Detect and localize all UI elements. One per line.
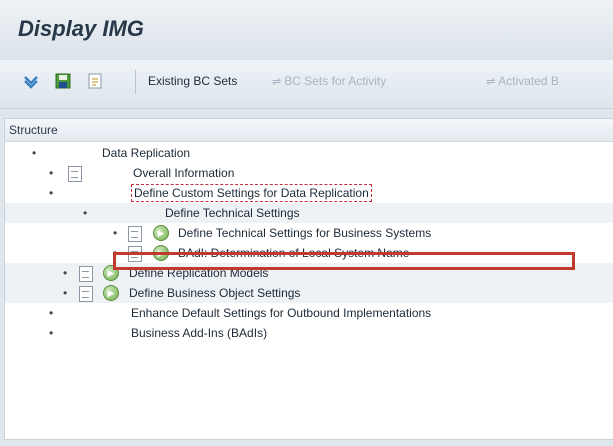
activated-bc-sets-label: Activated B (498, 74, 559, 88)
activated-bc-sets-button[interactable]: ⇌ Activated B (486, 74, 559, 88)
tree-node-label[interactable]: Define Business Object Settings (129, 283, 300, 303)
execute-icon[interactable]: ▶ (103, 285, 119, 301)
bc-sets-for-activity-button[interactable]: ⇌ BC Sets for Activity (272, 74, 386, 88)
tree-node-label[interactable]: Define Custom Settings for Data Replicat… (131, 184, 372, 202)
expand-node-icon[interactable]: • (113, 223, 117, 243)
tree-node-label[interactable]: Enhance Default Settings for Outbound Im… (131, 303, 431, 323)
bc-sets-for-activity-label: BC Sets for Activity (284, 74, 387, 88)
tree-row-business-add-ins[interactable]: • Business Add-Ins (BAdIs) (5, 323, 613, 343)
document-icon[interactable] (128, 246, 142, 262)
tree-row-define-custom-settings[interactable]: • Define Custom Settings for Data Replic… (5, 183, 613, 203)
tree-row-define-technical-settings[interactable]: • Define Technical Settings (5, 203, 613, 223)
bc-set-icon: ⇌ (272, 76, 282, 88)
expand-node-icon[interactable]: • (49, 303, 53, 323)
tree-node-label[interactable]: Business Add-Ins (BAdIs) (131, 323, 267, 343)
execute-icon[interactable]: ▶ (103, 265, 119, 281)
tree-node-label[interactable]: Define Technical Settings for Business S… (178, 223, 431, 243)
tree-row-enhance-default-settings[interactable]: • Enhance Default Settings for Outbound … (5, 303, 613, 323)
img-structure-tree: Structure • Data Replication • Overall I… (4, 118, 613, 440)
document-icon[interactable] (79, 286, 93, 302)
execute-icon[interactable]: ▶ (153, 245, 169, 261)
bc-set-icon: ⇌ (486, 76, 496, 88)
tree-row-badi-local-system-name[interactable]: • ▶ BAdI: Determination of Local System … (5, 243, 613, 263)
expand-node-icon[interactable]: • (49, 323, 53, 343)
tree-header: Structure (5, 119, 613, 142)
tree-row-technical-settings-business-systems[interactable]: • ▶ Define Technical Settings for Busine… (5, 223, 613, 243)
tree-node-label[interactable]: Data Replication (102, 143, 190, 163)
tree-row-define-business-object-settings[interactable]: • ▶ Define Business Object Settings (5, 283, 613, 303)
tree-node-label[interactable]: Define Technical Settings (165, 203, 300, 223)
application-toolbar: Existing BC Sets ⇌ BC Sets for Activity ⇌… (0, 60, 613, 109)
document-icon[interactable] (86, 72, 104, 90)
tree-row-data-replication[interactable]: • Data Replication (5, 143, 613, 163)
title-bar: Display IMG (0, 0, 613, 60)
tree-row-define-replication-models[interactable]: • ▶ Define Replication Models (5, 263, 613, 283)
expand-node-icon[interactable]: • (113, 243, 117, 263)
tree-node-label[interactable]: BAdI: Determination of Local System Name (178, 243, 409, 263)
expand-node-icon[interactable]: • (32, 143, 36, 163)
expand-node-icon[interactable]: • (83, 203, 87, 223)
tree-node-label[interactable]: Define Replication Models (129, 263, 268, 283)
tree-row-overall-information[interactable]: • Overall Information (5, 163, 613, 183)
page-title: Display IMG (18, 16, 144, 41)
document-icon[interactable] (79, 266, 93, 282)
existing-bc-sets-button[interactable]: Existing BC Sets (148, 74, 237, 88)
expand-node-icon[interactable]: • (49, 163, 53, 183)
expand-node-icon[interactable]: • (63, 283, 67, 303)
tree-expand-icon[interactable] (22, 72, 40, 90)
tree-node-label[interactable]: Overall Information (133, 163, 234, 183)
save-icon[interactable] (54, 72, 72, 90)
expand-node-icon[interactable]: • (63, 263, 67, 283)
document-icon[interactable] (68, 166, 82, 182)
execute-icon[interactable]: ▶ (153, 225, 169, 241)
document-icon[interactable] (128, 226, 142, 242)
expand-node-icon[interactable]: • (49, 183, 53, 203)
toolbar-separator (135, 70, 136, 94)
